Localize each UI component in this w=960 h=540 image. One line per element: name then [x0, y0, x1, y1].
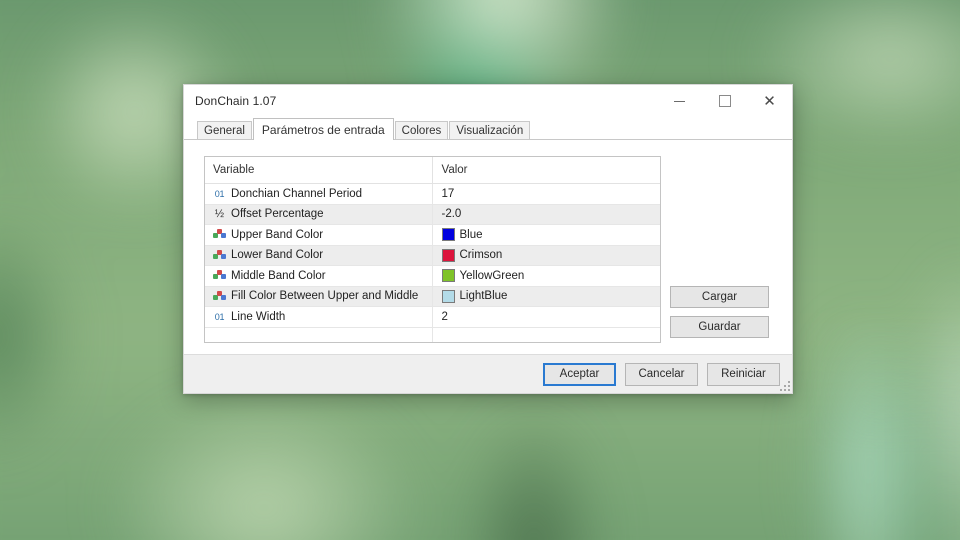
donchain-settings-dialog: DonChain 1.07 ✕ General Parámetros de en…: [183, 84, 793, 394]
table-row[interactable]: ½ Offset Percentage -2.0: [205, 204, 660, 225]
row-value: YellowGreen: [459, 269, 525, 282]
table-row[interactable]: 01 Line Width 2: [205, 306, 660, 328]
color-swatch: [441, 248, 455, 262]
table-row[interactable]: Middle Band Color YellowGreen: [205, 265, 660, 287]
color-icon: [213, 229, 226, 240]
reset-button[interactable]: Reiniciar: [707, 362, 780, 386]
tab-parametros-de-entrada[interactable]: Parámetros de entrada: [252, 118, 394, 140]
row-variable-label: Fill Color Between Upper and Middle: [231, 290, 419, 303]
parameters-grid[interactable]: Variable Valor 01 Donchian Channel Perio…: [204, 156, 661, 343]
column-header-variable: Variable: [205, 157, 432, 184]
window-controls: ✕: [657, 85, 792, 117]
maximize-icon: [718, 95, 731, 107]
minimize-button[interactable]: [657, 85, 702, 117]
minimize-icon: [674, 100, 685, 102]
load-button[interactable]: Cargar: [670, 286, 769, 308]
table-row[interactable]: 01 Donchian Channel Period 17: [205, 183, 660, 205]
row-variable-label: Middle Band Color: [231, 269, 326, 282]
grid-empty-row: [205, 327, 660, 342]
table-row[interactable]: Upper Band Color Blue: [205, 224, 660, 246]
row-variable-label: Donchian Channel Period: [231, 187, 363, 200]
dialog-footer: Aceptar Cancelar Reiniciar: [184, 354, 792, 393]
row-variable-label: Lower Band Color: [231, 249, 324, 262]
row-value: 17: [441, 187, 455, 200]
color-icon: [213, 249, 226, 261]
color-swatch: [441, 228, 455, 242]
row-value: LightBlue: [459, 290, 508, 303]
title-bar[interactable]: DonChain 1.07 ✕: [184, 85, 792, 118]
row-value: Blue: [459, 228, 483, 241]
grid-header-row: Variable Valor: [205, 157, 660, 184]
column-header-valor: Valor: [431, 157, 660, 184]
row-value: 2: [441, 310, 448, 323]
tab-general[interactable]: General: [197, 121, 252, 140]
row-value: Crimson: [459, 249, 503, 262]
integer-icon: 01: [214, 311, 225, 322]
color-icon: [213, 290, 226, 302]
color-swatch: [441, 289, 455, 303]
accept-button[interactable]: Aceptar: [543, 362, 616, 386]
color-swatch: [441, 269, 455, 283]
row-variable-label: Line Width: [231, 310, 286, 323]
cancel-button[interactable]: Cancelar: [625, 362, 698, 386]
row-value: -2.0: [441, 208, 462, 221]
table-row[interactable]: Fill Color Between Upper and Middle Ligh…: [205, 286, 660, 307]
tab-colores[interactable]: Colores: [394, 121, 449, 140]
row-variable-label: Upper Band Color: [231, 228, 324, 241]
tab-strip: General Parámetros de entrada Colores Vi…: [184, 118, 792, 140]
close-button[interactable]: ✕: [747, 85, 792, 117]
tab-content-panel: Variable Valor 01 Donchian Channel Perio…: [184, 139, 792, 354]
maximize-button[interactable]: [702, 85, 747, 117]
close-icon: ✕: [763, 92, 776, 110]
integer-icon: 01: [214, 188, 225, 199]
color-icon: [213, 270, 226, 281]
table-row[interactable]: Lower Band Color Crimson: [205, 245, 660, 266]
save-button[interactable]: Guardar: [670, 316, 769, 338]
window-title: DonChain 1.07: [195, 94, 277, 108]
side-button-group: Cargar Guardar: [670, 286, 769, 338]
fraction-icon: ½: [214, 208, 225, 221]
row-variable-label: Offset Percentage: [231, 208, 324, 221]
resize-grip[interactable]: [778, 379, 790, 391]
tab-visualizacion[interactable]: Visualización: [449, 121, 531, 140]
